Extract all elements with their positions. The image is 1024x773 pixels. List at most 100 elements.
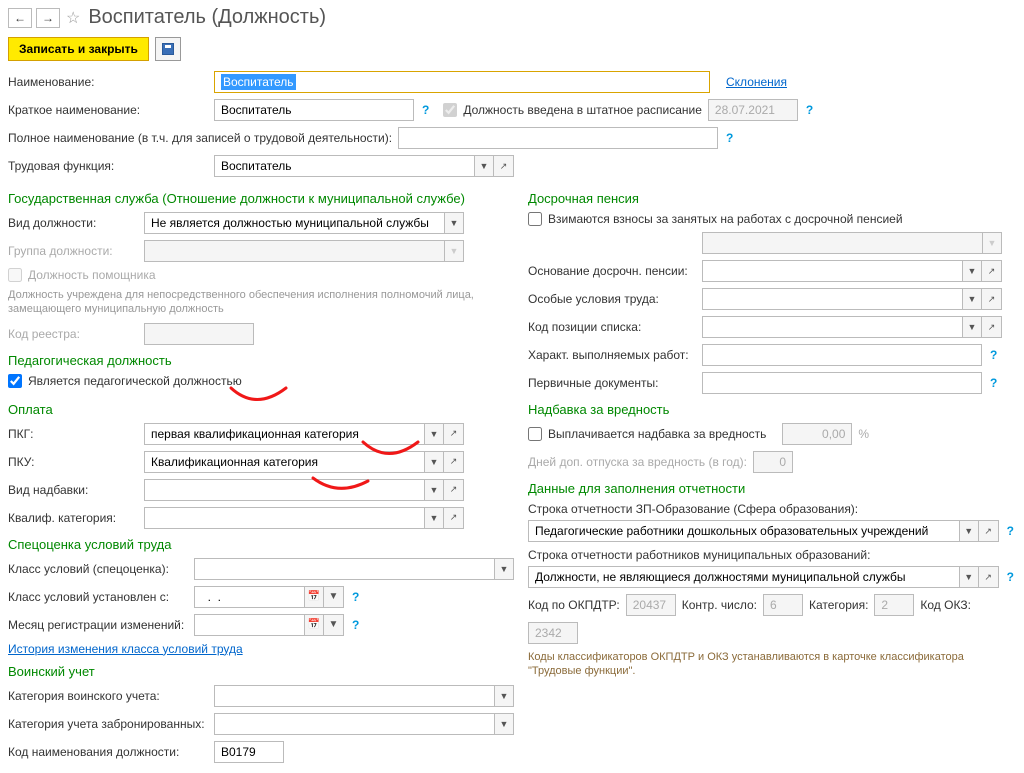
open-icon[interactable]: ↗	[982, 288, 1002, 310]
dropdown-icon[interactable]: ▼	[959, 520, 979, 542]
dropdown-icon[interactable]: ▼	[424, 451, 444, 473]
primary-docs-input[interactable]	[702, 372, 982, 394]
special-conditions-label: Особые условия труда:	[528, 292, 696, 306]
dropdown-icon[interactable]: ▼	[959, 566, 979, 588]
open-icon[interactable]: ↗	[444, 507, 464, 529]
category-label: Категория:	[809, 598, 868, 612]
work-character-label: Характ. выполняемых работ:	[528, 348, 696, 362]
help-icon[interactable]: ?	[350, 590, 361, 604]
favorite-star-icon[interactable]: ☆	[64, 8, 82, 28]
open-icon[interactable]: ↗	[979, 566, 999, 588]
class-input[interactable]	[194, 558, 494, 580]
class-history-link[interactable]: История изменения класса условий труда	[8, 642, 243, 656]
open-icon[interactable]: ↗	[444, 423, 464, 445]
pkg-input[interactable]	[144, 423, 424, 445]
reserved-category-input[interactable]	[214, 713, 494, 735]
municipal-report-input[interactable]	[528, 566, 959, 588]
okpdtr-label: Код по ОКПДТР:	[528, 598, 620, 612]
labor-function-input[interactable]	[214, 155, 474, 177]
is-pedagogical-checkbox[interactable]	[8, 374, 22, 388]
gov-note: Должность учреждена для непосредственног…	[8, 288, 498, 317]
pension-basis-input[interactable]	[702, 260, 962, 282]
pkg-label: ПКГ:	[8, 427, 138, 441]
work-character-input[interactable]	[702, 344, 982, 366]
dropdown-icon: ▼	[444, 240, 464, 262]
calendar-icon[interactable]: 📅	[304, 614, 324, 636]
forward-button[interactable]: →	[36, 8, 60, 28]
allowance-type-input[interactable]	[144, 479, 424, 501]
class-from-input[interactable]	[194, 586, 304, 608]
name-input-selection: Воспитатель	[221, 74, 296, 90]
position-name-code-input[interactable]	[214, 741, 284, 763]
short-name-input[interactable]	[214, 99, 414, 121]
save-button[interactable]	[155, 37, 181, 61]
registry-code-input	[144, 323, 254, 345]
calendar-icon[interactable]: 📅	[304, 586, 324, 608]
class-label: Класс условий (спецоценка):	[8, 562, 188, 576]
help-icon[interactable]: ?	[804, 103, 815, 117]
dropdown-icon[interactable]: ▼	[444, 212, 464, 234]
dropdown-icon[interactable]: ▼	[324, 614, 344, 636]
full-name-label: Полное наименование (в т.ч. для записей …	[8, 131, 392, 145]
help-icon[interactable]: ?	[1005, 570, 1016, 584]
harm-amount-input	[782, 423, 852, 445]
position-list-code-input[interactable]	[702, 316, 962, 338]
harm-days-input	[753, 451, 793, 473]
okz-input	[528, 622, 578, 644]
military-heading: Воинский учет	[8, 664, 498, 679]
back-button[interactable]: ←	[8, 8, 32, 28]
dropdown-icon[interactable]: ▼	[324, 586, 344, 608]
staff-checkbox-label: Должность введена в штатное расписание	[463, 103, 702, 117]
staff-date-input	[708, 99, 798, 121]
open-icon[interactable]: ↗	[982, 316, 1002, 338]
open-icon[interactable]: ↗	[979, 520, 999, 542]
disk-icon	[162, 43, 174, 55]
harm-allowance-checkbox[interactable]	[528, 427, 542, 441]
open-icon[interactable]: ↗	[444, 451, 464, 473]
declension-link[interactable]: Склонения	[726, 75, 787, 89]
save-and-close-button[interactable]: Записать и закрыть	[8, 37, 149, 61]
military-category-label: Категория воинского учета:	[8, 689, 208, 703]
dropdown-icon[interactable]: ▼	[962, 288, 982, 310]
report-data-heading: Данные для заполнения отчетности	[528, 481, 1016, 496]
pku-input[interactable]	[144, 451, 424, 473]
military-category-input[interactable]	[214, 685, 494, 707]
help-icon[interactable]: ?	[1005, 524, 1016, 538]
labor-function-label: Трудовая функция:	[8, 159, 208, 173]
name-input[interactable]: Воспитатель	[214, 71, 710, 93]
dropdown-icon[interactable]: ▼	[474, 155, 494, 177]
month-change-input[interactable]	[194, 614, 304, 636]
dropdown-icon[interactable]: ▼	[494, 713, 514, 735]
reserved-category-label: Категория учета забронированных:	[8, 717, 208, 731]
dropdown-icon[interactable]: ▼	[962, 260, 982, 282]
help-icon[interactable]: ?	[988, 376, 999, 390]
name-label: Наименование:	[8, 75, 208, 89]
pedagogical-heading: Педагогическая должность	[8, 353, 498, 368]
okpdtr-input	[626, 594, 676, 616]
full-name-input[interactable]	[398, 127, 718, 149]
dropdown-icon[interactable]: ▼	[424, 479, 444, 501]
special-conditions-input[interactable]	[702, 288, 962, 310]
dropdown-icon[interactable]: ▼	[494, 685, 514, 707]
dropdown-icon[interactable]: ▼	[962, 316, 982, 338]
control-number-label: Контр. число:	[682, 598, 757, 612]
edu-report-input[interactable]	[528, 520, 959, 542]
dropdown-icon[interactable]: ▼	[494, 558, 514, 580]
harm-allowance-label: Выплачивается надбавка за вредность	[548, 427, 766, 441]
special-assessment-heading: Спецоценка условий труда	[8, 537, 498, 552]
help-icon[interactable]: ?	[724, 131, 735, 145]
position-group-input	[144, 240, 444, 262]
qual-category-input[interactable]	[144, 507, 424, 529]
position-type-input[interactable]	[144, 212, 444, 234]
pension-contributions-checkbox[interactable]	[528, 212, 542, 226]
help-icon[interactable]: ?	[988, 348, 999, 362]
help-icon[interactable]: ?	[350, 618, 361, 632]
dropdown-icon[interactable]: ▼	[424, 507, 444, 529]
help-icon[interactable]: ?	[420, 103, 431, 117]
early-pension-heading: Досрочная пенсия	[528, 191, 1016, 206]
dropdown-icon[interactable]: ▼	[424, 423, 444, 445]
open-icon[interactable]: ↗	[444, 479, 464, 501]
open-icon[interactable]: ↗	[982, 260, 1002, 282]
open-icon[interactable]: ↗	[494, 155, 514, 177]
pension-basis-label: Основание досрочн. пенсии:	[528, 264, 696, 278]
